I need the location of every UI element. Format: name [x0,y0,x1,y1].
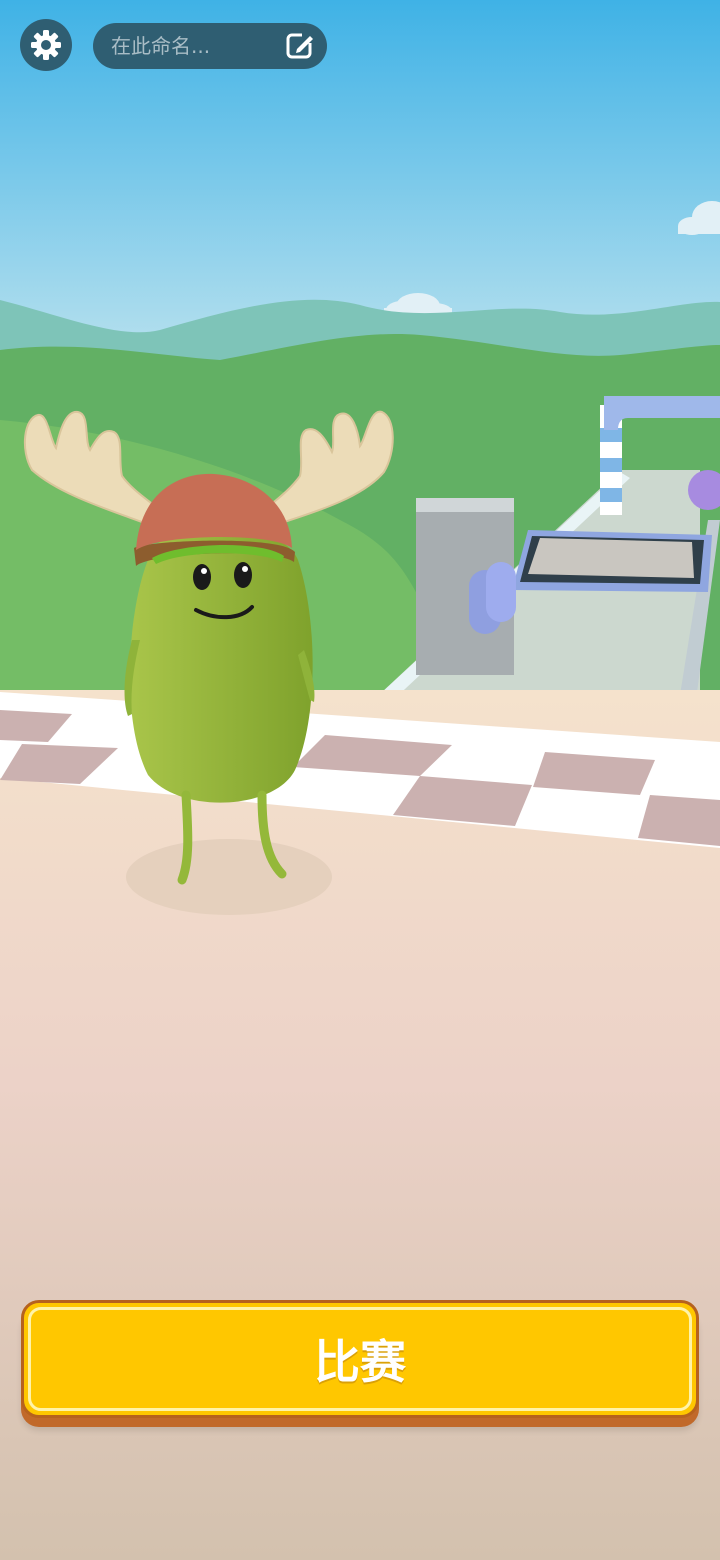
character-body [129,528,313,803]
character-shadow [126,839,332,915]
pad-cushion [528,538,694,578]
race-button[interactable]: 比赛 [21,1300,699,1418]
pillar-top [416,498,514,512]
settings-button[interactable] [20,19,72,71]
opponent-bean [486,562,516,622]
player-name-field[interactable] [93,23,327,69]
edit-icon[interactable] [285,31,315,61]
left-eye [193,564,211,590]
player-name-input[interactable] [111,34,279,58]
gear-icon [31,30,61,60]
right-eye [234,562,252,588]
race-button-label: 比赛 [314,1335,406,1389]
arch-stripe [600,458,622,472]
race-button-face: 比赛 [28,1307,692,1411]
arch-stripe [600,488,622,502]
arch-stripe [600,428,622,442]
